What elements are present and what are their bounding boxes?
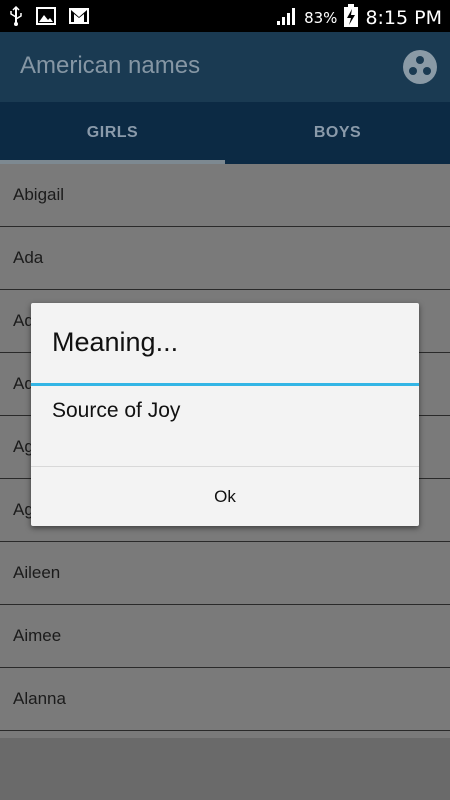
list-item-label: Aimee <box>13 626 62 645</box>
dialog-title-divider <box>31 383 419 386</box>
app-bar: American names <box>0 32 450 102</box>
app-title: American names <box>20 52 201 79</box>
list-item-label: Aileen <box>13 563 61 582</box>
status-bar: 83% 8:15 PM <box>0 0 450 32</box>
overflow-dots-icon <box>402 50 438 89</box>
dialog-title: Meaning... <box>52 327 179 357</box>
list-item[interactable]: Aileen <box>0 542 450 605</box>
gmail-icon <box>68 7 90 29</box>
tab-boys-label: BOYS <box>313 124 362 141</box>
usb-icon <box>8 5 24 30</box>
tab-boys[interactable]: BOYS <box>225 102 450 164</box>
list-item-label: Abigail <box>13 185 65 204</box>
ok-button[interactable]: Ok <box>31 467 419 526</box>
image-icon <box>36 7 56 29</box>
list-item[interactable]: Abigail <box>0 164 450 227</box>
dialog-message: Source of Joy <box>52 399 181 422</box>
tab-girls[interactable]: GIRLS <box>0 102 225 164</box>
overflow-menu-button[interactable] <box>402 49 438 85</box>
list-item[interactable]: Aimee <box>0 605 450 668</box>
list-item[interactable]: Alanna <box>0 668 450 731</box>
tab-bar: GIRLS BOYS <box>0 102 450 164</box>
list-item-label: Ada <box>13 248 44 267</box>
battery-charging-icon <box>343 4 359 32</box>
list-empty-area <box>0 738 450 800</box>
list-item[interactable]: Ada <box>0 227 450 290</box>
list-item-label: Alanna <box>13 689 66 708</box>
signal-icon <box>276 6 298 30</box>
battery-percent: 83% <box>304 9 338 27</box>
clock: 8:15 PM <box>365 7 442 29</box>
meaning-dialog: Meaning... Source of Joy Ok <box>31 303 419 526</box>
tab-girls-label: GIRLS <box>86 124 139 141</box>
